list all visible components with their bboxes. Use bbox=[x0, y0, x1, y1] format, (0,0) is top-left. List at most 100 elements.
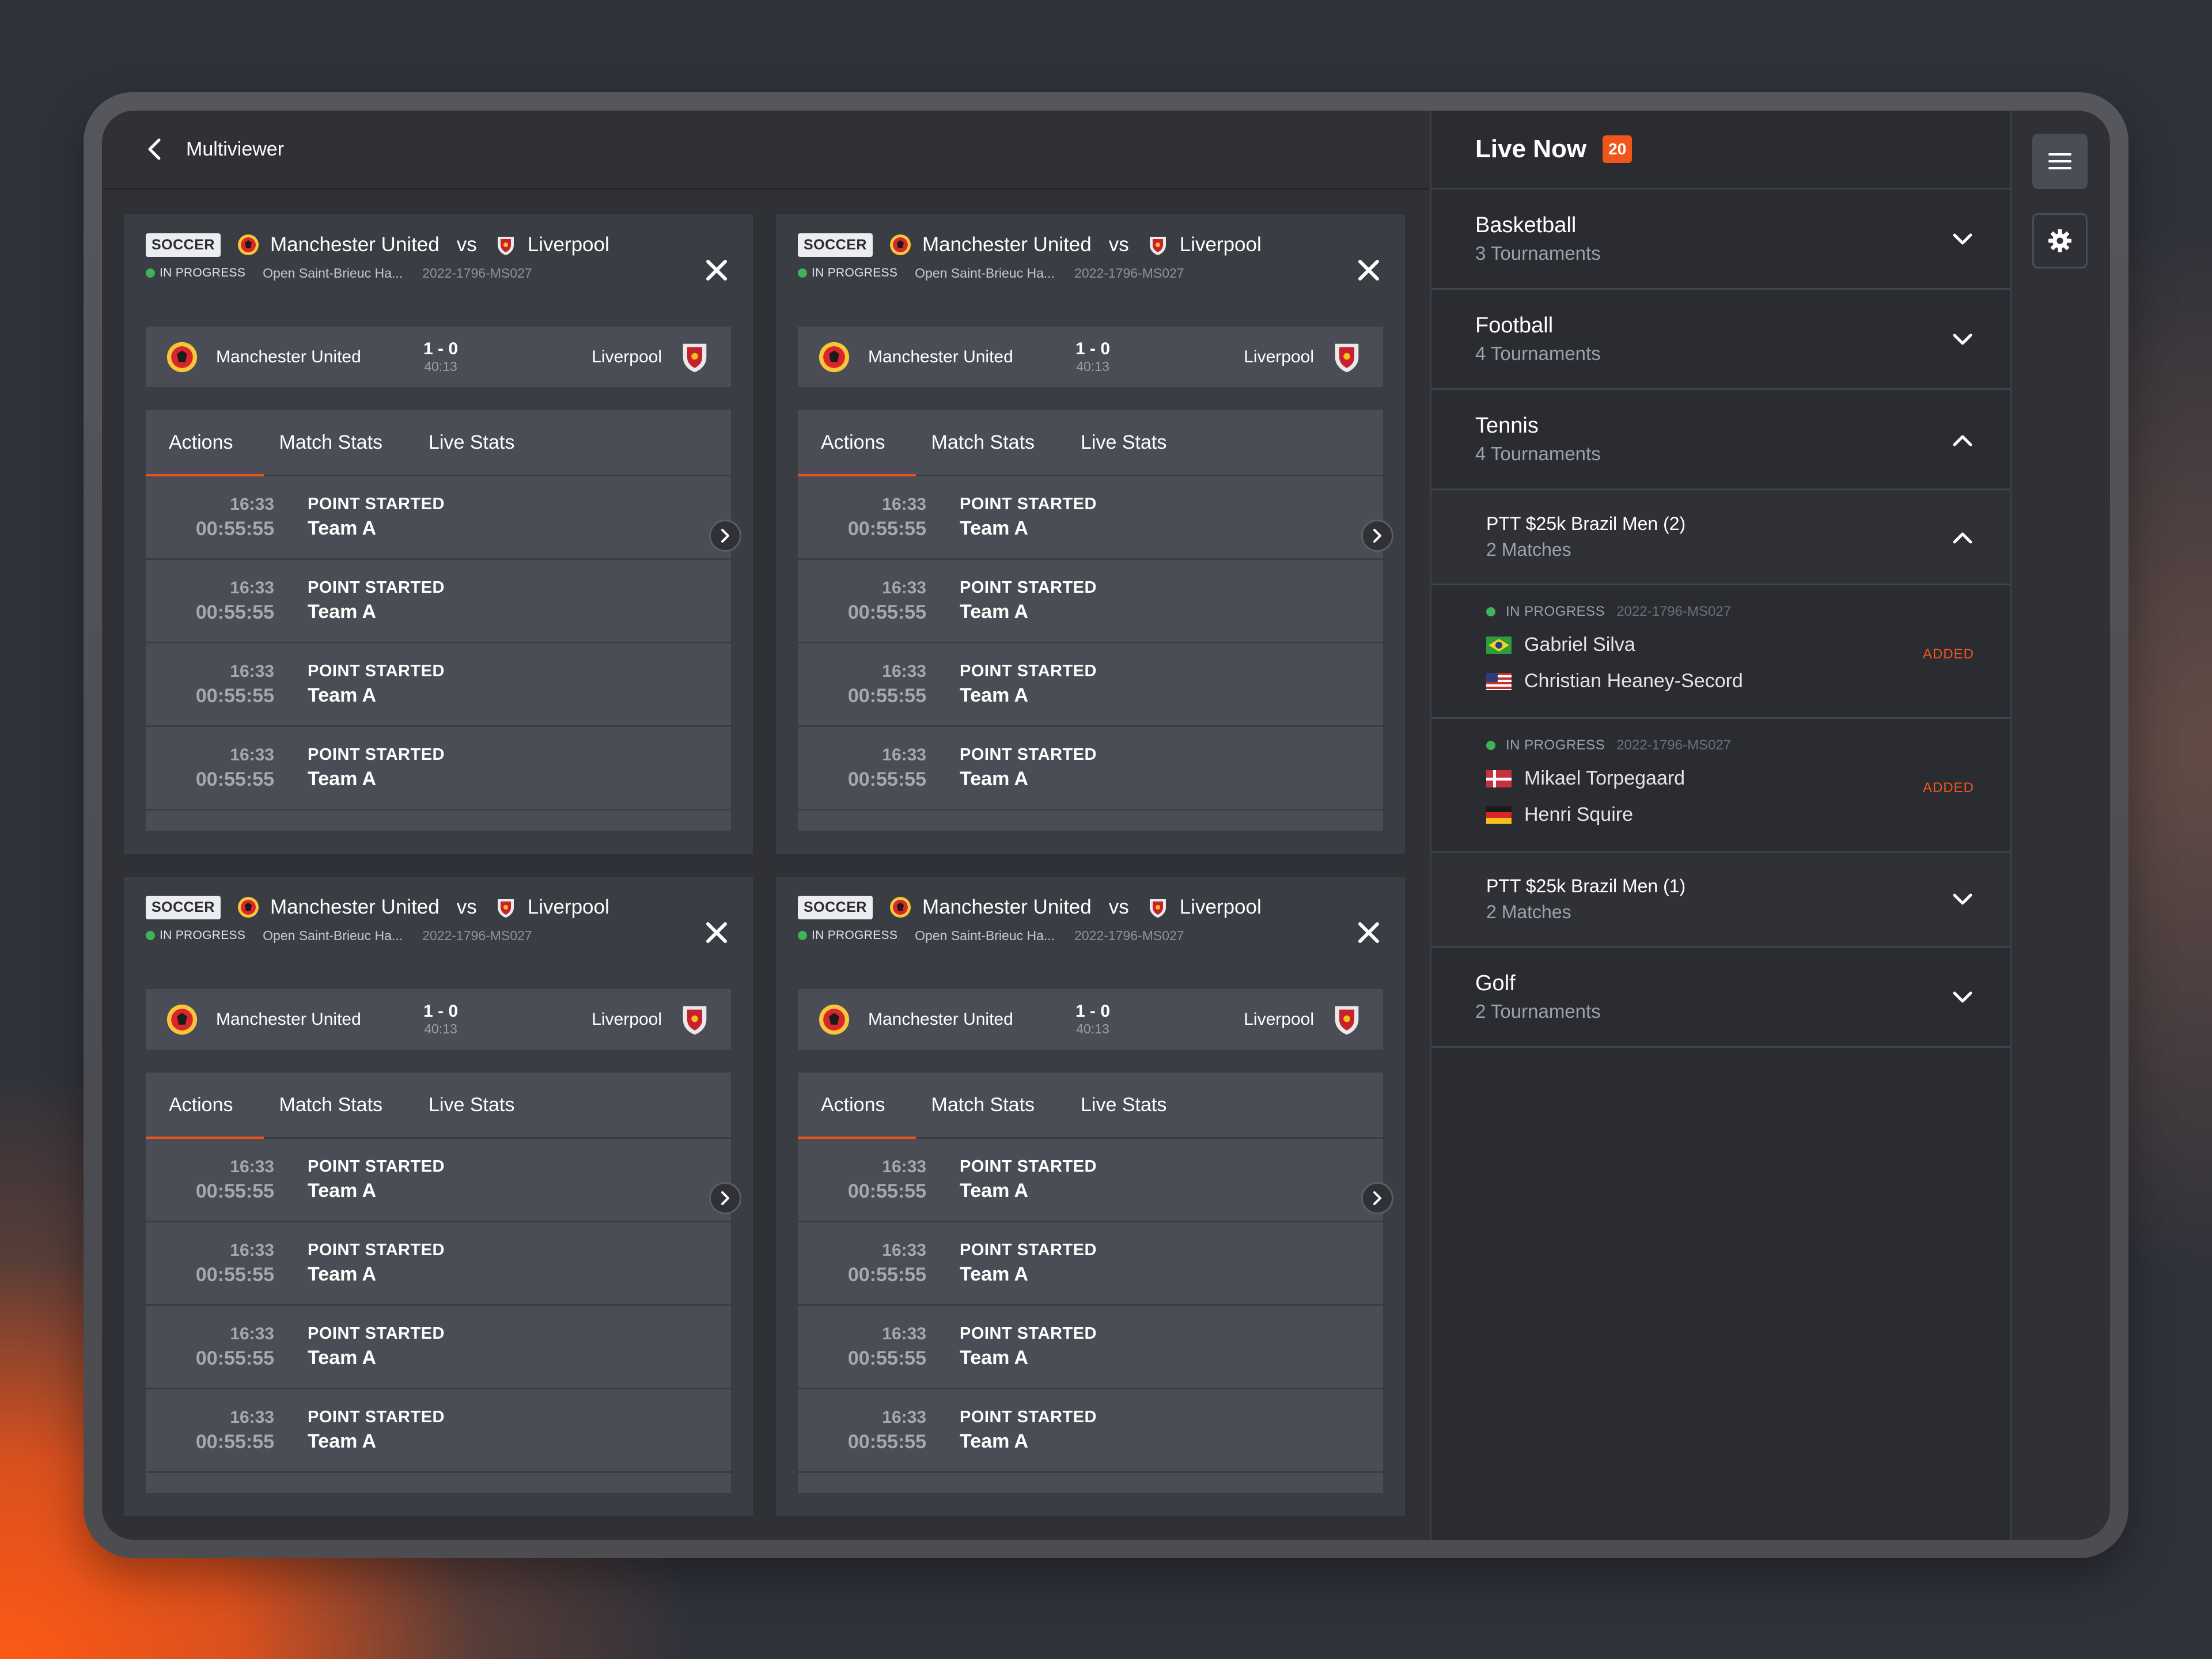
list-item[interactable]: 16:33 00:55:55 POINT STARTED Team A bbox=[146, 1139, 731, 1222]
list-item[interactable]: 16:33 00:55:55 POINT STARTED Team A bbox=[146, 643, 731, 727]
list-item[interactable]: 16:33 00:55:55 POINT STARTED Team A bbox=[798, 476, 1383, 560]
time-block: 16:33 00:55:55 bbox=[798, 1157, 926, 1203]
live-count-badge: 20 bbox=[1603, 135, 1633, 163]
event-time: 16:33 bbox=[230, 1240, 274, 1260]
time-block: 16:33 00:55:55 bbox=[146, 1408, 274, 1453]
liverpool-crest-icon bbox=[1335, 343, 1359, 372]
list-item[interactable]: 16:33 00:55:55 POINT STARTED Team A bbox=[798, 1139, 1383, 1222]
close-icon[interactable] bbox=[1354, 256, 1383, 285]
active-tab-indicator bbox=[798, 1137, 916, 1139]
close-icon[interactable] bbox=[702, 256, 731, 285]
sport-item-football[interactable]: Football 4 Tournaments bbox=[1431, 290, 2010, 390]
elapsed-time: 00:55:55 bbox=[847, 1263, 926, 1286]
live-now-sidebar: Live Now 20 Basketball 3 Tournaments Foo… bbox=[1430, 111, 2010, 1540]
chevron-right-icon bbox=[721, 529, 729, 543]
man-utd-crest-icon bbox=[889, 234, 911, 255]
event-type: POINT STARTED bbox=[308, 495, 445, 513]
sport-tournament-count: 3 Tournaments bbox=[1475, 243, 1601, 264]
chevron-up-icon[interactable] bbox=[1950, 427, 1975, 453]
next-button[interactable] bbox=[1361, 520, 1393, 552]
match-panel: SOCCER Manchester United vs Liverpool IN… bbox=[124, 214, 753, 854]
action-list: 16:33 00:55:55 POINT STARTED Team A 16:3… bbox=[146, 1139, 731, 1473]
time-block: 16:33 00:55:55 bbox=[798, 745, 926, 791]
list-item[interactable]: 16:33 00:55:55 POINT STARTED Team A bbox=[798, 1306, 1383, 1389]
tab-match-stats[interactable]: Match Stats bbox=[279, 431, 383, 454]
live-dot-icon bbox=[798, 931, 807, 940]
chevron-down-icon[interactable] bbox=[1950, 227, 1975, 252]
elapsed-time: 00:55:55 bbox=[847, 1180, 926, 1202]
tab-live-stats[interactable]: Live Stats bbox=[1081, 1094, 1166, 1116]
scoreboard: Manchester United 1 - 0 40:13 Liverpool bbox=[798, 327, 1383, 387]
chevron-up-icon[interactable] bbox=[1950, 525, 1975, 550]
menu-button[interactable] bbox=[2032, 134, 2088, 189]
list-item[interactable]: 16:33 00:55:55 POINT STARTED Team A bbox=[798, 1389, 1383, 1473]
tab-match-stats[interactable]: Match Stats bbox=[931, 431, 1035, 454]
sport-badge: SOCCER bbox=[146, 233, 221, 257]
list-item[interactable]: 16:33 00:55:55 POINT STARTED Team A bbox=[798, 560, 1383, 643]
away-team-name: Liverpool bbox=[527, 896, 609, 918]
sport-name: Golf bbox=[1475, 971, 1516, 995]
player-name: Gabriel Silva bbox=[1524, 634, 1635, 656]
liverpool-crest-icon bbox=[1335, 1006, 1359, 1035]
close-icon[interactable] bbox=[1354, 918, 1383, 947]
event-block: POINT STARTED Team A bbox=[960, 662, 1097, 707]
event-time: 16:33 bbox=[230, 1324, 274, 1343]
event-type: POINT STARTED bbox=[960, 745, 1097, 764]
event-block: POINT STARTED Team A bbox=[308, 578, 445, 623]
tab-live-stats[interactable]: Live Stats bbox=[429, 431, 514, 454]
list-item[interactable]: 16:33 00:55:55 POINT STARTED Team A bbox=[798, 1222, 1383, 1306]
sport-item-basketball[interactable]: Basketball 3 Tournaments bbox=[1431, 190, 2010, 290]
match-item[interactable]: IN PROGRESS 2022-1796-MS027 Mikael Torpe… bbox=[1431, 719, 2010, 853]
tab-live-stats[interactable]: Live Stats bbox=[429, 1094, 514, 1116]
list-item[interactable]: 16:33 00:55:55 POINT STARTED Team A bbox=[146, 1222, 731, 1306]
sport-tournament-count: 4 Tournaments bbox=[1475, 343, 1601, 364]
chevron-down-icon[interactable] bbox=[1950, 887, 1975, 912]
sport-item-golf[interactable]: Golf 2 Tournaments bbox=[1431, 948, 2010, 1048]
match-item[interactable]: IN PROGRESS 2022-1796-MS027 Gabriel Silv… bbox=[1431, 585, 2010, 719]
match-clock: 40:13 bbox=[424, 359, 457, 374]
match-id: 2022-1796-MS027 bbox=[1616, 737, 1732, 753]
sport-item-tennis[interactable]: Tennis 4 Tournaments bbox=[1431, 390, 2010, 490]
list-item[interactable]: 16:33 00:55:55 POINT STARTED Team A bbox=[146, 476, 731, 560]
time-block: 16:33 00:55:55 bbox=[146, 745, 274, 791]
event-block: POINT STARTED Team A bbox=[308, 1157, 445, 1202]
match-panel: SOCCER Manchester United vs Liverpool IN… bbox=[124, 877, 753, 1516]
back-arrow-icon[interactable] bbox=[143, 138, 166, 161]
event-time: 16:33 bbox=[882, 1324, 926, 1343]
list-item[interactable]: 16:33 00:55:55 POINT STARTED Team A bbox=[146, 1306, 731, 1389]
added-badge: ADDED bbox=[1922, 780, 1974, 796]
chevron-down-icon[interactable] bbox=[1950, 985, 1975, 1010]
tournament-item[interactable]: PTT $25k Brazil Men (2) 2 Matches bbox=[1431, 490, 2010, 585]
settings-button[interactable] bbox=[2032, 213, 2088, 268]
list-item[interactable]: 16:33 00:55:55 POINT STARTED Team A bbox=[146, 727, 731, 810]
chevron-down-icon[interactable] bbox=[1950, 327, 1975, 353]
tab-actions[interactable]: Actions bbox=[169, 1094, 233, 1116]
list-item[interactable]: 16:33 00:55:55 POINT STARTED Team A bbox=[798, 727, 1383, 810]
next-button[interactable] bbox=[1361, 1182, 1393, 1214]
match-status-text: IN PROGRESS bbox=[1506, 737, 1605, 753]
tab-actions[interactable]: Actions bbox=[169, 431, 233, 454]
venue-text: Open Saint-Brieuc Ha... bbox=[915, 265, 1055, 281]
list-item[interactable]: 16:33 00:55:55 POINT STARTED Team A bbox=[146, 1389, 731, 1473]
tab-actions[interactable]: Actions bbox=[821, 1094, 885, 1116]
liverpool-crest-icon bbox=[683, 1006, 707, 1035]
live-dot-icon bbox=[1486, 607, 1495, 616]
tab-match-stats[interactable]: Match Stats bbox=[279, 1094, 383, 1116]
tab-live-stats[interactable]: Live Stats bbox=[1081, 431, 1166, 454]
next-button[interactable] bbox=[709, 1182, 741, 1214]
sport-badge: SOCCER bbox=[146, 895, 221, 919]
tab-match-stats[interactable]: Match Stats bbox=[931, 1094, 1035, 1116]
tab-actions[interactable]: Actions bbox=[821, 431, 885, 454]
next-button[interactable] bbox=[709, 520, 741, 552]
close-icon[interactable] bbox=[702, 918, 731, 947]
event-block: POINT STARTED Team A bbox=[308, 662, 445, 707]
list-item[interactable]: 16:33 00:55:55 POINT STARTED Team A bbox=[146, 560, 731, 643]
tournament-item[interactable]: PTT $25k Brazil Men (1) 2 Matches bbox=[1431, 853, 2010, 948]
page-title: Multiviewer bbox=[186, 138, 285, 160]
app-screen: Multiviewer SOCCER Manchester United vs … bbox=[102, 111, 2110, 1540]
top-bar: Multiviewer bbox=[102, 111, 1430, 190]
match-id: 2022-1796-MS027 bbox=[422, 265, 532, 281]
event-type: POINT STARTED bbox=[960, 1241, 1097, 1259]
list-item[interactable]: 16:33 00:55:55 POINT STARTED Team A bbox=[798, 643, 1383, 727]
time-block: 16:33 00:55:55 bbox=[146, 1324, 274, 1370]
